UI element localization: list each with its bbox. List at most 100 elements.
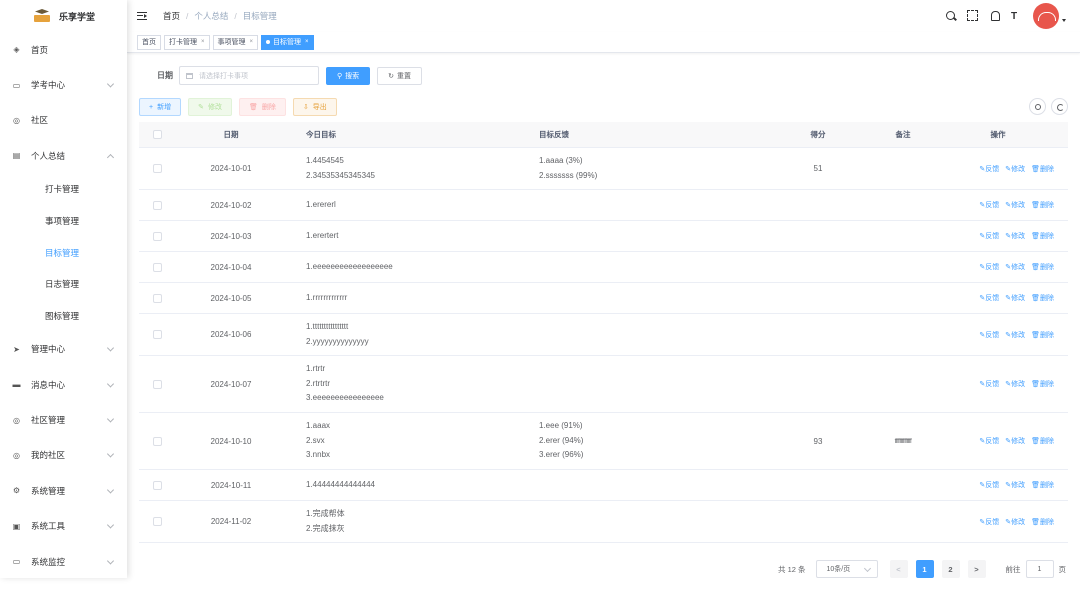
row-select-cell — [139, 517, 175, 526]
row-edit-link[interactable]: ✎修改 — [1005, 482, 1025, 489]
goal-line: 2.34535345345345 — [306, 170, 375, 180]
delete-button[interactable]: 🗑 删除 — [238, 98, 286, 116]
row-checkbox[interactable] — [152, 517, 162, 526]
fullscreen-icon[interactable] — [967, 9, 980, 23]
sidebar-subitem-icon-manage[interactable]: 图标管理 — [0, 300, 127, 332]
row-feedback-link[interactable]: ✎反馈 — [979, 482, 999, 489]
row-checkbox[interactable] — [152, 330, 162, 339]
bell-icon[interactable] — [989, 10, 1002, 23]
sidebar-item-message-center[interactable]: ▬ 消息中心 — [0, 367, 127, 402]
sidebar-subitem-checkin-manage[interactable]: 打卡管理 — [0, 174, 127, 206]
add-button-label: 新增 — [157, 104, 172, 111]
sidebar-item-system-tools[interactable]: ▣ 系统工具 — [0, 508, 127, 543]
goal-line: 1.44444444444444 — [306, 479, 375, 489]
row-delete-link[interactable]: 🗑删除 — [1031, 264, 1054, 271]
sidebar-item-study-center[interactable]: ▭ 学考中心 — [0, 67, 127, 102]
sidebar-item-community-manage[interactable]: ◎ 社区管理 — [0, 402, 127, 437]
refresh-table-icon[interactable] — [1051, 98, 1068, 115]
cell-goals: 1.erererl — [287, 198, 539, 213]
avatar-dropdown-icon[interactable] — [1062, 18, 1066, 22]
row-delete-link[interactable]: 🗑删除 — [1031, 519, 1054, 526]
row-checkbox[interactable] — [152, 293, 162, 303]
row-delete-link[interactable]: 🗑删除 — [1031, 202, 1054, 209]
sidebar-subitem-log-manage[interactable]: 日志管理 — [0, 268, 127, 300]
reset-button[interactable]: ↻ 重置 — [377, 66, 423, 85]
row-edit-link[interactable]: ✎修改 — [1005, 202, 1025, 209]
row-feedback-link[interactable]: ✎反馈 — [979, 233, 999, 240]
row-edit-link[interactable]: ✎修改 — [1005, 438, 1025, 445]
sidebar-item-my-community[interactable]: ◎ 我的社区 — [0, 438, 127, 473]
row-edit-link[interactable]: ✎修改 — [1005, 295, 1025, 302]
op-label: 反馈 — [985, 264, 1000, 271]
sidebar-item-system-monitor[interactable]: ▭ 系统监控 — [0, 544, 127, 579]
font-size-icon[interactable]: T — [1011, 10, 1024, 23]
prev-page-button[interactable]: < — [889, 560, 908, 578]
search-icon[interactable] — [945, 10, 958, 23]
tab-label: 目标管理 — [273, 39, 302, 46]
op-label: 删除 — [1040, 381, 1054, 388]
row-feedback-link[interactable]: ✎反馈 — [979, 438, 999, 445]
hamburger-icon[interactable] — [137, 11, 147, 21]
op-label: 修改 — [1011, 482, 1026, 489]
row-feedback-link[interactable]: ✎反馈 — [979, 295, 999, 302]
export-button[interactable]: ⇩ 导出 — [292, 98, 337, 116]
page-2-button[interactable]: 2 — [941, 560, 960, 578]
row-feedback-link[interactable]: ✎反馈 — [979, 264, 999, 271]
breadcrumb-current: 目标管理 — [242, 11, 277, 21]
row-feedback-link[interactable]: ✎反馈 — [979, 381, 999, 388]
goto-page-input[interactable]: 1 — [1025, 560, 1054, 578]
search-button[interactable]: ⚲ 搜索 — [326, 66, 371, 85]
row-checkbox[interactable] — [152, 379, 162, 389]
row-feedback-link[interactable]: ✎反馈 — [979, 519, 999, 526]
page-1-button[interactable]: 1 — [915, 560, 934, 578]
row-edit-link[interactable]: ✎修改 — [1005, 166, 1025, 173]
next-page-button[interactable]: > — [967, 560, 986, 578]
row-delete-link[interactable]: 🗑删除 — [1031, 332, 1054, 339]
trash-icon: 🗑 — [1031, 264, 1040, 271]
sidebar-item-management-center[interactable]: ➤ 管理中心 — [0, 332, 127, 367]
row-delete-link[interactable]: 🗑删除 — [1031, 166, 1054, 173]
add-button[interactable]: + 新增 — [139, 98, 182, 116]
row-feedback-link[interactable]: ✎反馈 — [979, 202, 999, 209]
row-checkbox[interactable] — [152, 436, 162, 446]
row-checkbox[interactable] — [152, 164, 162, 173]
row-feedback-link[interactable]: ✎反馈 — [979, 332, 999, 339]
sidebar-item-home[interactable]: ◈ 首页 — [0, 32, 127, 67]
page-size-select[interactable]: 10条/页 — [815, 560, 878, 578]
row-edit-link[interactable]: ✎修改 — [1005, 381, 1025, 388]
row-edit-link[interactable]: ✎修改 — [1005, 519, 1025, 526]
date-picker-input[interactable]: 请选择打卡事项 — [179, 66, 319, 85]
row-checkbox[interactable] — [152, 231, 162, 241]
row-delete-link[interactable]: 🗑删除 — [1031, 233, 1054, 240]
row-edit-link[interactable]: ✎修改 — [1005, 233, 1025, 240]
row-feedback-link[interactable]: ✎反馈 — [979, 166, 999, 173]
breadcrumb-home[interactable]: 首页 — [163, 10, 180, 22]
close-icon[interactable]: × — [201, 39, 205, 45]
sidebar-item-system-manage[interactable]: ⚙ 系统管理 — [0, 473, 127, 508]
sidebar-item-community[interactable]: ◎ 社区 — [0, 103, 127, 138]
row-edit-link[interactable]: ✎修改 — [1005, 264, 1025, 271]
avatar[interactable] — [1033, 3, 1059, 29]
row-delete-link[interactable]: 🗑删除 — [1031, 482, 1054, 489]
row-checkbox[interactable] — [152, 200, 162, 210]
row-checkbox[interactable] — [152, 262, 162, 272]
select-all-checkbox[interactable] — [152, 130, 162, 139]
row-checkbox[interactable] — [152, 480, 162, 490]
tab-checkin-manage[interactable]: 打卡管理 × — [164, 34, 210, 50]
logo[interactable]: 乐享学堂 — [0, 0, 127, 32]
sidebar-item-personal-summary[interactable]: ▤ 个人总结 — [0, 138, 127, 173]
toggle-search-icon[interactable] — [1029, 98, 1046, 115]
close-icon[interactable]: × — [305, 39, 309, 45]
row-delete-link[interactable]: 🗑删除 — [1031, 381, 1054, 388]
search-form: 日期 请选择打卡事项 ⚲ 搜索 ↻ 重置 — [157, 66, 429, 85]
edit-button[interactable]: ✎ 修改 — [188, 98, 232, 116]
sidebar-subitem-matter-manage[interactable]: 事项管理 — [0, 205, 127, 237]
row-delete-link[interactable]: 🗑删除 — [1031, 295, 1054, 302]
close-icon[interactable]: × — [250, 39, 254, 45]
row-delete-link[interactable]: 🗑删除 — [1031, 438, 1054, 445]
tab-home[interactable]: 首页 — [137, 34, 161, 50]
row-edit-link[interactable]: ✎修改 — [1005, 332, 1025, 339]
tab-matter-manage[interactable]: 事项管理 × — [212, 34, 259, 50]
tab-goal-manage[interactable]: 目标管理 × — [261, 34, 314, 50]
sidebar-subitem-goal-manage[interactable]: 目标管理 — [0, 237, 127, 269]
